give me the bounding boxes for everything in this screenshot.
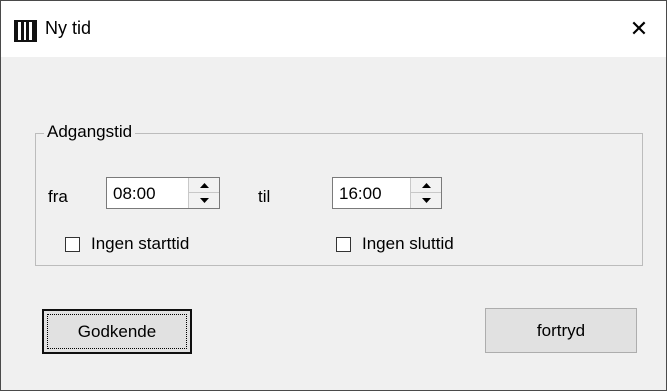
to-spin-down-button[interactable] [411, 193, 441, 208]
no-start-time-label: Ingen starttid [91, 234, 190, 253]
dialog-window: Ny tid ✕ Adgangstid fra 08:00 til 16:00 [0, 0, 667, 391]
arrow-down-icon [199, 198, 209, 203]
group-label: Adgangstid [44, 122, 136, 142]
app-icon [14, 20, 37, 42]
no-end-time-option[interactable]: Ingen sluttid [336, 234, 454, 254]
approve-button[interactable]: Godkende [42, 309, 192, 354]
no-end-time-checkbox[interactable] [336, 236, 351, 252]
window-title: Ny tid [45, 18, 92, 38]
to-label: til [258, 187, 271, 206]
cancel-button-label: fortryd [536, 320, 586, 340]
no-start-time-option[interactable]: Ingen starttid [65, 234, 189, 254]
close-icon: ✕ [629, 16, 649, 41]
close-button[interactable]: ✕ [612, 1, 666, 57]
from-spin-up-button[interactable] [189, 178, 219, 193]
from-spin-down-button[interactable] [189, 193, 219, 208]
arrow-down-icon [421, 198, 431, 203]
from-time-value[interactable]: 08:00 [113, 184, 156, 204]
from-label: fra [48, 187, 68, 206]
no-start-time-checkbox[interactable] [65, 236, 80, 252]
arrow-up-icon [421, 182, 431, 188]
to-time-spinner[interactable]: 16:00 [332, 177, 442, 209]
cancel-button[interactable]: fortryd [485, 308, 637, 353]
no-end-time-label: Ingen sluttid [362, 234, 454, 253]
to-spinner-arrows [410, 178, 441, 208]
from-spinner-arrows [188, 178, 219, 208]
title-bar: Ny tid ✕ [1, 1, 666, 57]
from-time-spinner[interactable]: 08:00 [106, 177, 220, 209]
to-spin-up-button[interactable] [411, 178, 441, 193]
access-time-group: Adgangstid fra 08:00 til 16:00 Ingen sta… [35, 122, 643, 266]
focus-indicator [47, 314, 187, 349]
to-time-value[interactable]: 16:00 [339, 184, 382, 204]
arrow-up-icon [199, 182, 209, 188]
